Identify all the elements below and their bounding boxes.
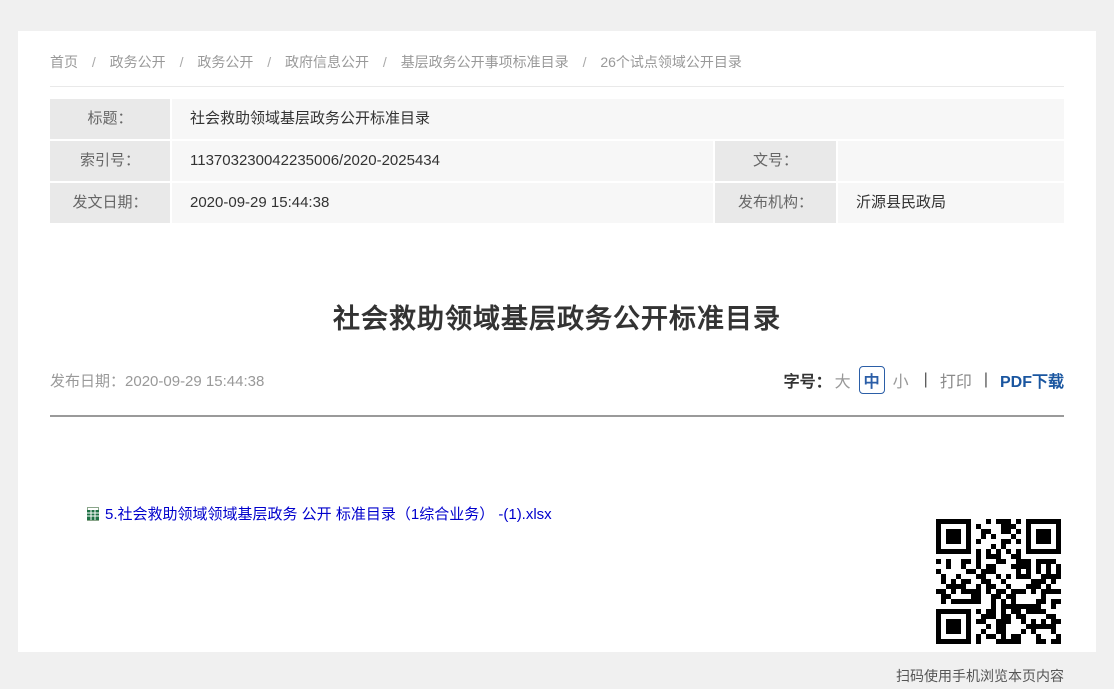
issue-date-label: 发文日期： xyxy=(50,183,170,223)
agency-label: 发布机构： xyxy=(715,183,836,223)
issue-date-value: 2020-09-29 15:44:38 xyxy=(172,183,713,223)
title-value: 社会救助领域基层政务公开标准目录 xyxy=(172,99,1064,139)
index-number-value: 113703230042235006/2020-2025434 xyxy=(172,141,713,181)
table-row: 发文日期： 2020-09-29 15:44:38 发布机构： 沂源县民政局 xyxy=(50,183,1064,223)
toolbar-divider: | xyxy=(984,371,988,389)
doc-number-value xyxy=(838,141,1064,181)
font-size-medium-button[interactable]: 中 xyxy=(859,366,885,394)
breadcrumb-separator: / xyxy=(180,54,184,70)
font-size-small-button[interactable]: 小 xyxy=(893,368,909,392)
publish-date-value: 2020-09-29 15:44:38 xyxy=(125,373,264,390)
breadcrumb: 首页 / 政务公开 / 政务公开 / 政府信息公开 / 基层政务公开事项标准目录… xyxy=(50,52,1064,72)
breadcrumb-separator: / xyxy=(92,54,96,70)
qr-code-image xyxy=(933,516,1064,647)
agency-value: 沂源县民政局 xyxy=(838,183,1064,223)
breadcrumb-link-zwgk-2[interactable]: 政务公开 xyxy=(197,54,253,70)
toolbar-divider: | xyxy=(924,371,928,389)
breadcrumb-separator: / xyxy=(383,54,387,70)
qr-caption: 扫码使用手机浏览本页内容 xyxy=(896,666,1064,686)
index-number-label: 索引号： xyxy=(50,141,170,181)
breadcrumb-link-gov-info[interactable]: 政府信息公开 xyxy=(285,54,369,70)
breadcrumb-link-zwgk-1[interactable]: 政务公开 xyxy=(110,54,166,70)
doc-number-label: 文号： xyxy=(715,141,836,181)
excel-file-icon xyxy=(85,506,101,522)
article-toolbar: 字号： 大 中 小 | 打印 | PDF下载 xyxy=(784,366,1064,394)
font-size-label: 字号： xyxy=(784,368,832,392)
breadcrumb-separator: / xyxy=(583,54,587,70)
publish-date: 发布日期：2020-09-29 15:44:38 xyxy=(50,370,264,391)
attachment-row: 5.社会救助领域领域基层政务 公开 标准目录（1综合业务） -(1).xlsx xyxy=(85,503,552,524)
breadcrumb-separator: / xyxy=(267,54,271,70)
font-size-large-button[interactable]: 大 xyxy=(835,368,851,392)
title-label: 标题： xyxy=(50,99,170,139)
content-card: 首页 / 政务公开 / 政务公开 / 政府信息公开 / 基层政务公开事项标准目录… xyxy=(18,31,1096,652)
print-button[interactable]: 打印 xyxy=(940,368,972,392)
breadcrumb-link-standard-catalog[interactable]: 基层政务公开事项标准目录 xyxy=(401,54,569,70)
qr-section: 扫码使用手机浏览本页内容 xyxy=(896,516,1064,686)
attachment-link[interactable]: 5.社会救助领域领域基层政务 公开 标准目录（1综合业务） -(1).xlsx xyxy=(105,503,552,524)
table-row: 索引号： 113703230042235006/2020-2025434 文号： xyxy=(50,141,1064,181)
breadcrumb-link-home[interactable]: 首页 xyxy=(50,54,78,70)
table-row: 标题： 社会救助领域基层政务公开标准目录 xyxy=(50,99,1064,139)
document-info-table: 标题： 社会救助领域基层政务公开标准目录 索引号： 11370323004223… xyxy=(50,99,1064,223)
breadcrumb-current-page: 26个试点领域公开目录 xyxy=(600,54,742,70)
page-title: 社会救助领域基层政务公开标准目录 xyxy=(50,297,1064,336)
publish-date-label: 发布日期： xyxy=(50,373,125,390)
pdf-download-button[interactable]: PDF下载 xyxy=(1000,368,1064,392)
breadcrumb-divider xyxy=(50,86,1064,87)
